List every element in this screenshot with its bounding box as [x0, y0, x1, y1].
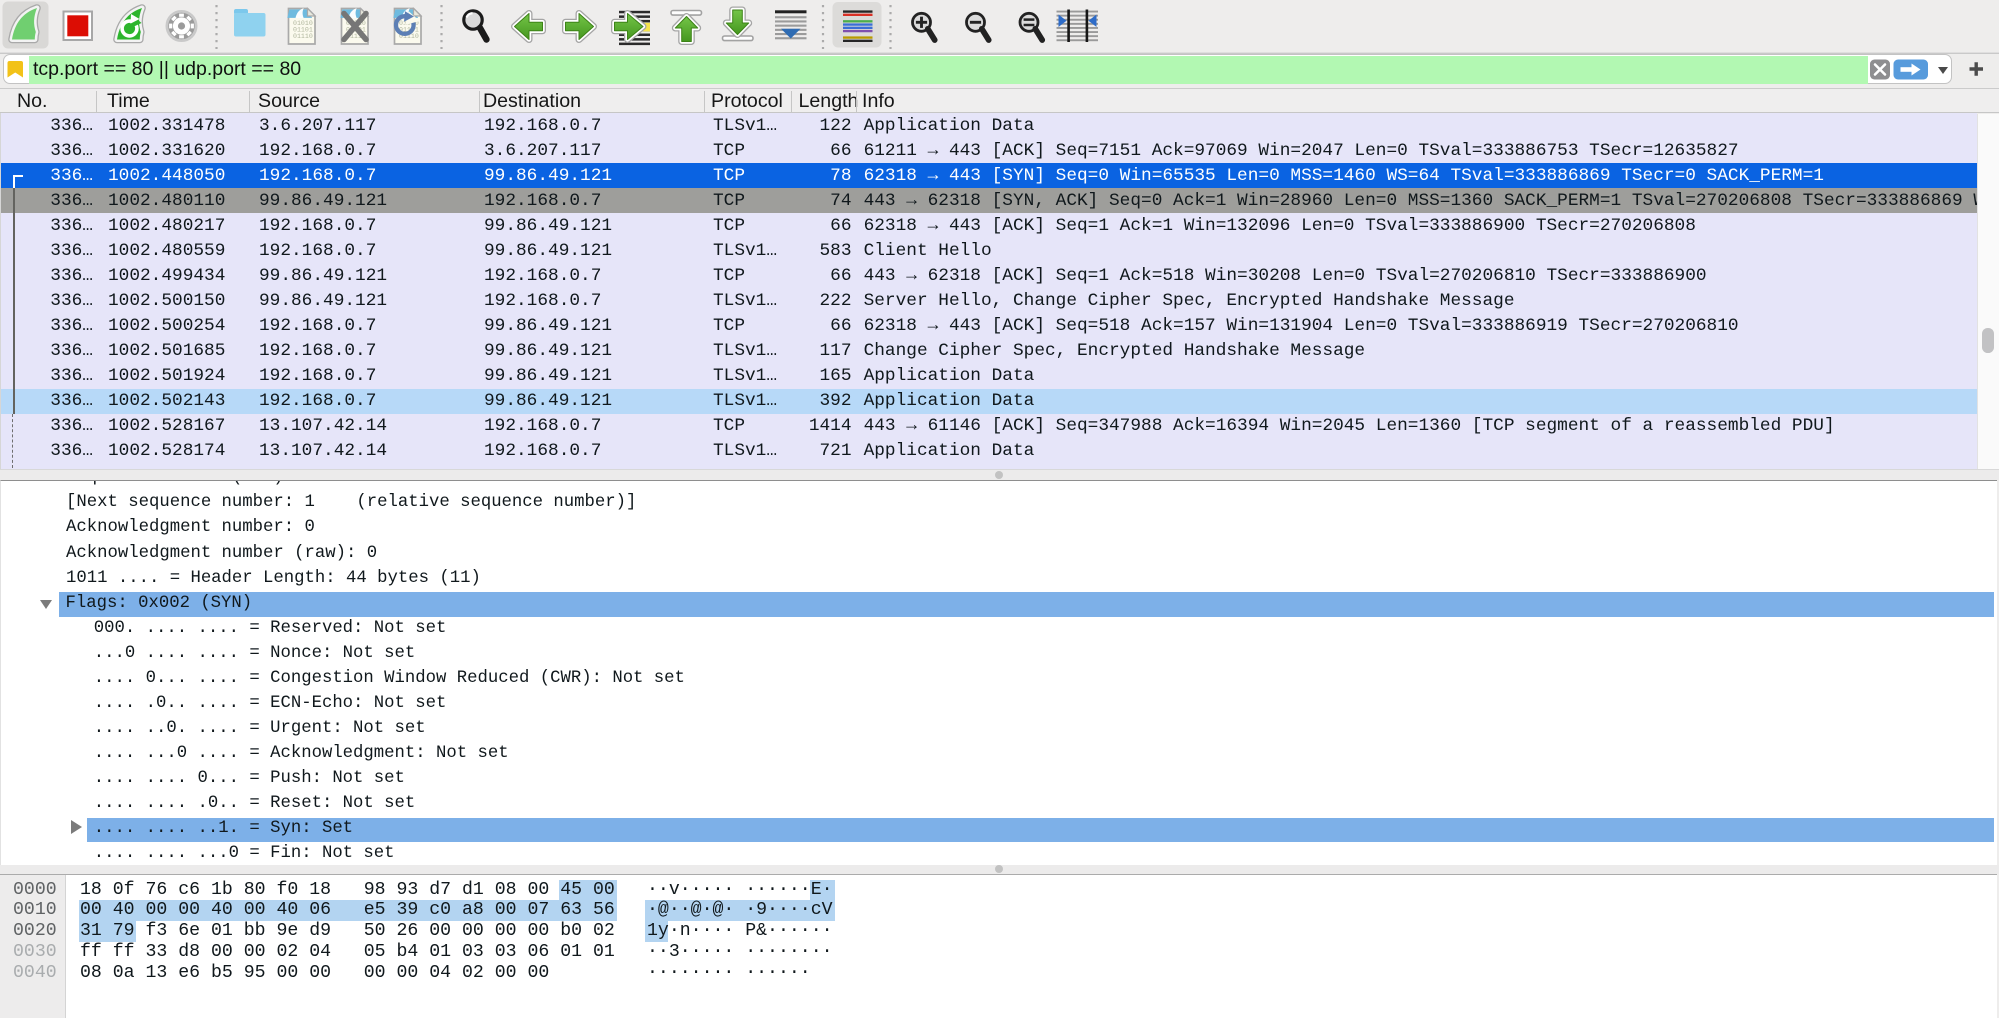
svg-text:01110: 01110 [293, 33, 313, 40]
